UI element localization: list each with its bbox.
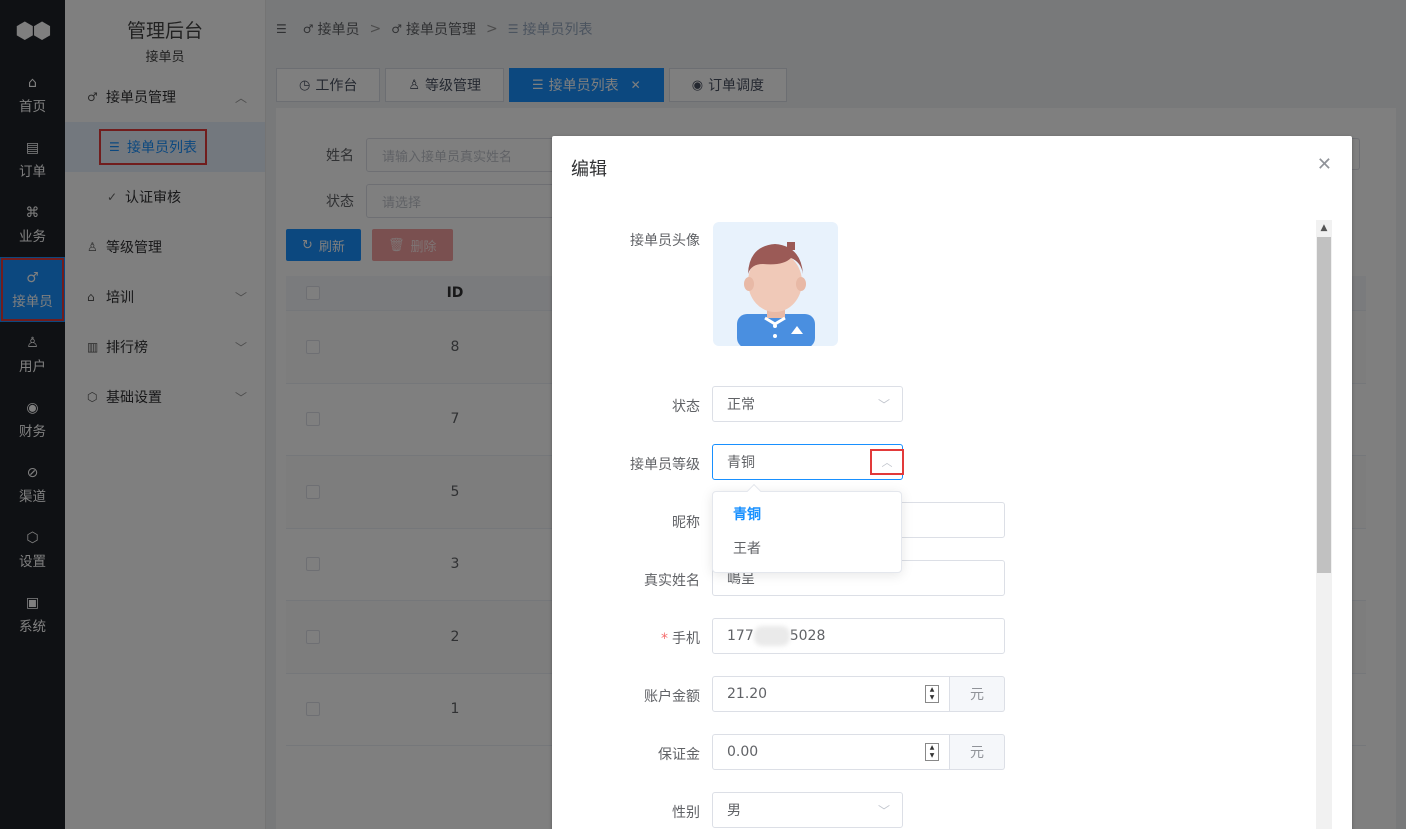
deposit-unit: 元: [950, 734, 1005, 770]
level-label: 接单员等级: [630, 457, 700, 473]
deposit-number-input[interactable]: 0.00 ▲ ▼ 元: [712, 734, 1005, 770]
realname-label: 真实姓名: [644, 573, 700, 589]
gender-select[interactable]: 男 ﹀: [712, 792, 903, 828]
required-asterisk: *: [661, 631, 668, 647]
dialog-title: 编辑: [571, 159, 607, 180]
balance-label: 账户金额: [644, 689, 700, 705]
avatar-image: [737, 242, 815, 346]
balance-unit: 元: [950, 676, 1005, 712]
dialog-scrollbar[interactable]: ▲: [1316, 220, 1332, 829]
balance-number-input[interactable]: 21.20 ▲ ▼ 元: [712, 676, 1005, 712]
scroll-up-arrow-icon[interactable]: ▲: [1316, 220, 1332, 236]
deposit-label: 保证金: [658, 747, 700, 763]
chevron-up-icon[interactable]: ︿: [870, 449, 904, 475]
level-option-king[interactable]: 王者: [713, 532, 901, 566]
chevron-down-icon: ﹀: [877, 804, 890, 818]
avatar-label: 接单员头像: [630, 233, 700, 249]
redacted-blur: [753, 626, 790, 646]
phone-input[interactable]: 177 5028: [712, 618, 1005, 654]
level-option-bronze[interactable]: 青铜: [713, 498, 901, 532]
deposit-value-field[interactable]: 0.00 ▲ ▼: [712, 734, 950, 770]
close-icon[interactable]: ✕: [1317, 154, 1332, 175]
nickname-label: 昵称: [672, 515, 700, 531]
edit-dialog: 编辑 ✕ ▲ 接单员头像 状态 正常 ﹀ 接单员等级 青铜 ︿ 昵称 真实姓名 …: [552, 136, 1352, 829]
gender-label: 性别: [672, 805, 700, 821]
chevron-down-icon: ﹀: [877, 398, 890, 412]
phone-label: * 手机: [661, 631, 700, 647]
balance-value-field[interactable]: 21.20 ▲ ▼: [712, 676, 950, 712]
level-dropdown: 青铜 王者: [712, 483, 902, 573]
stepper-arrows-icon[interactable]: ▲ ▼: [925, 685, 939, 703]
avatar[interactable]: [713, 222, 838, 346]
status-label: 状态: [672, 399, 700, 415]
scrollbar-thumb[interactable]: [1317, 237, 1331, 573]
stepper-arrows-icon[interactable]: ▲ ▼: [925, 743, 939, 761]
status-select[interactable]: 正常 ﹀: [712, 386, 903, 422]
level-select[interactable]: 青铜 ︿: [712, 444, 904, 480]
